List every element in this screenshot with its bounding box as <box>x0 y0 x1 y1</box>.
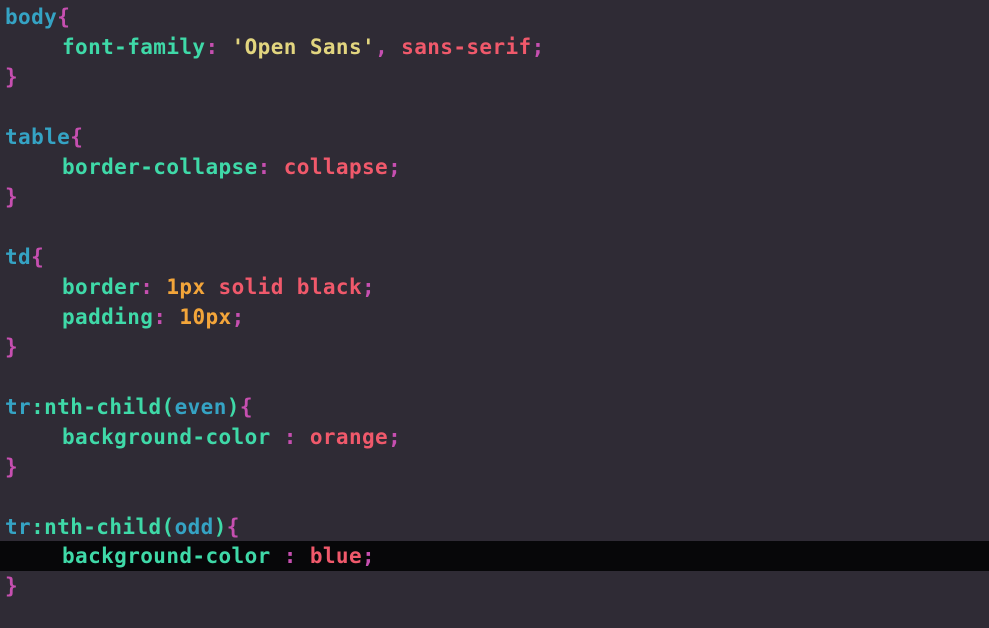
code-line[interactable]: } <box>0 182 989 212</box>
code-line[interactable]: td{ <box>0 242 989 272</box>
css-pseudo-argument: odd <box>174 515 214 539</box>
close-brace: } <box>5 65 19 89</box>
close-brace: } <box>5 335 19 359</box>
css-property: background-color <box>62 425 271 449</box>
open-brace: { <box>70 125 84 149</box>
css-value: solid black <box>218 275 363 299</box>
code-editor[interactable]: body{ font-family: 'Open Sans', sans-ser… <box>0 0 989 628</box>
code-line[interactable]: } <box>0 571 989 601</box>
css-property: font-family <box>62 35 206 59</box>
code-line[interactable]: border: 1px solid black; <box>0 272 989 302</box>
css-number-value: 10px <box>179 305 232 329</box>
colon: : <box>257 155 271 179</box>
code-line[interactable]: table{ <box>0 122 989 152</box>
colon: : <box>153 305 167 329</box>
css-property: padding <box>62 305 154 329</box>
code-line[interactable]: } <box>0 452 989 482</box>
css-pseudo-close: ) <box>226 395 240 419</box>
css-selector: body <box>5 5 58 29</box>
semicolon: ; <box>231 305 245 329</box>
css-pseudo-class: :nth-child( <box>31 515 175 539</box>
semicolon: ; <box>362 275 376 299</box>
code-line[interactable]: tr:nth-child(odd){ <box>0 512 989 542</box>
css-selector: tr <box>5 515 32 539</box>
css-value: orange <box>309 425 389 449</box>
css-pseudo-close: ) <box>213 515 227 539</box>
css-pseudo-class: :nth-child( <box>31 395 175 419</box>
close-brace: } <box>5 574 19 598</box>
open-brace: { <box>226 515 240 539</box>
css-value: collapse <box>283 155 389 179</box>
css-property: border <box>62 275 141 299</box>
open-brace: { <box>239 395 253 419</box>
css-pseudo-argument: even <box>174 395 227 419</box>
code-line[interactable]: body{ <box>0 2 989 32</box>
code-line[interactable]: font-family: 'Open Sans', sans-serif; <box>0 32 989 62</box>
open-brace: { <box>57 5 71 29</box>
colon: : <box>140 275 154 299</box>
close-brace: } <box>5 185 19 209</box>
colon: : <box>270 425 297 449</box>
close-brace: } <box>5 455 19 479</box>
code-line[interactable]: border-collapse: collapse; <box>0 152 989 182</box>
colon: : <box>205 35 219 59</box>
css-value: blue <box>309 544 363 568</box>
semicolon: ; <box>362 544 376 568</box>
semicolon: ; <box>388 425 402 449</box>
semicolon: ; <box>531 35 545 59</box>
open-brace: { <box>31 245 45 269</box>
css-value: sans-serif <box>401 35 532 59</box>
css-property: background-color <box>62 544 271 568</box>
css-selector: td <box>5 245 32 269</box>
current-code-line[interactable]: background-color : blue; <box>0 541 989 571</box>
css-selector: tr <box>5 395 32 419</box>
css-selector: table <box>5 125 71 149</box>
comma: , <box>375 35 389 59</box>
colon: : <box>270 544 297 568</box>
code-line[interactable]: background-color : orange; <box>0 422 989 452</box>
code-line[interactable]: } <box>0 62 989 92</box>
code-line[interactable]: tr:nth-child(even){ <box>0 392 989 422</box>
code-line[interactable]: } <box>0 332 989 362</box>
css-number-value: 1px <box>166 275 206 299</box>
semicolon: ; <box>388 155 402 179</box>
css-property: border-collapse <box>62 155 258 179</box>
code-line[interactable]: padding: 10px; <box>0 302 989 332</box>
css-string-value: 'Open Sans' <box>231 35 376 59</box>
